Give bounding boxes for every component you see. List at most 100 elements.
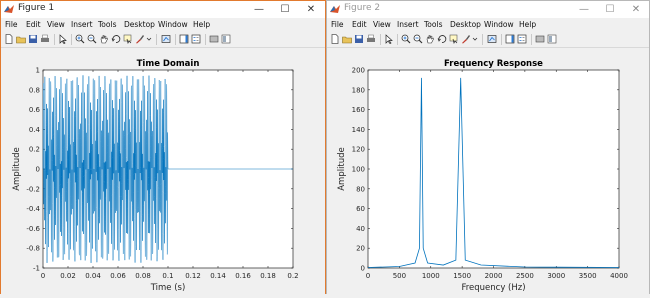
y-tick-label: 120 <box>352 146 365 154</box>
x-tick-label: 500 <box>393 272 406 280</box>
menu-edit[interactable]: Edit <box>352 20 367 29</box>
x-tick-label: 1000 <box>422 272 440 280</box>
y-tick-label: -0.2 <box>26 185 40 193</box>
rotate-3d-icon[interactable] <box>437 34 447 44</box>
maximize-button[interactable]: ☐ <box>597 1 623 18</box>
y-tick-label: 0.2 <box>29 146 40 154</box>
menu-insert[interactable]: Insert <box>71 20 93 29</box>
print-icon[interactable] <box>366 34 376 44</box>
legend-icon[interactable] <box>517 34 527 44</box>
title-bar[interactable]: Figure 2 — ☐ ✕ <box>327 1 649 18</box>
menu-file[interactable]: File <box>331 20 344 29</box>
colorbar-icon[interactable] <box>179 34 189 44</box>
y-tick-label: -0.8 <box>26 245 40 253</box>
figure-canvas: Time Domain Time (s) Amplitude 0 0.02 0.04 0.0… <box>1 48 325 294</box>
menu-window[interactable]: Window <box>484 20 514 29</box>
new-figure-icon[interactable] <box>330 34 340 44</box>
rotate-3d-icon[interactable] <box>111 34 121 44</box>
plot-title: Frequency Response <box>444 59 543 69</box>
minimize-button[interactable]: — <box>571 1 597 18</box>
x-tick-label: 0.08 <box>135 272 151 280</box>
pointer-icon[interactable] <box>58 34 68 44</box>
menu-desktop[interactable]: Desktop <box>124 20 155 29</box>
matlab-icon <box>330 5 340 13</box>
zoom-in-icon[interactable] <box>75 34 85 44</box>
pointer-icon[interactable] <box>384 34 394 44</box>
toolbar <box>1 32 325 48</box>
chevron-down-icon[interactable] <box>146 34 152 44</box>
x-tick-label: 0.18 <box>260 272 276 280</box>
frequency-response-plot[interactable]: Frequency Response Frequency (Hz) Amplitud… <box>327 48 649 294</box>
minimize-button[interactable]: — <box>246 1 272 18</box>
x-tick-label: 4000 <box>610 272 628 280</box>
data-cursor-icon[interactable] <box>449 34 459 44</box>
figure-canvas: Frequency Response Frequency (Hz) Amplitud… <box>327 48 649 294</box>
x-tick-label: 0.06 <box>110 272 126 280</box>
new-figure-icon[interactable] <box>4 34 14 44</box>
x-tick-label: 0.02 <box>60 272 76 280</box>
x-tick-label: 0.2 <box>287 272 298 280</box>
close-button[interactable]: ✕ <box>298 1 324 18</box>
chevron-down-icon[interactable] <box>472 34 478 44</box>
print-icon[interactable] <box>40 34 50 44</box>
y-tick-label: 0.8 <box>29 86 40 94</box>
zoom-in-icon[interactable] <box>401 34 411 44</box>
y-tick-label: 40 <box>356 225 365 233</box>
close-button[interactable]: ✕ <box>623 1 649 18</box>
y-tick-label: 0.4 <box>29 126 41 134</box>
y-tick-label: -0.6 <box>26 225 40 233</box>
menu-help[interactable]: Help <box>519 20 536 29</box>
menu-tools[interactable]: Tools <box>424 20 442 29</box>
pan-icon[interactable] <box>425 34 435 44</box>
open-file-icon[interactable] <box>16 34 26 44</box>
hide-plot-tools-icon[interactable] <box>535 34 545 44</box>
x-tick-label: 3000 <box>547 272 565 280</box>
y-tick-label: 0 <box>361 265 365 273</box>
menu-edit[interactable]: Edit <box>26 20 41 29</box>
save-icon[interactable] <box>354 34 364 44</box>
window-title: Figure 1 <box>18 3 55 13</box>
menu-window[interactable]: Window <box>158 20 188 29</box>
save-icon[interactable] <box>28 34 38 44</box>
window-title: Figure 2 <box>344 3 381 13</box>
show-plot-tools-icon[interactable] <box>221 34 231 44</box>
menu-bar: File Edit View Insert Tools Desktop Wind… <box>1 18 325 32</box>
y-tick-label: 100 <box>352 166 365 174</box>
open-file-icon[interactable] <box>342 34 352 44</box>
maximize-button[interactable]: ☐ <box>272 1 298 18</box>
x-tick-label: 1500 <box>453 272 471 280</box>
menu-bar: File Edit View Insert Tools Desktop Wind… <box>327 18 649 32</box>
link-plot-icon[interactable] <box>487 34 497 44</box>
hide-plot-tools-icon[interactable] <box>209 34 219 44</box>
data-cursor-icon[interactable] <box>123 34 133 44</box>
menu-help[interactable]: Help <box>193 20 210 29</box>
x-tick-label: 2500 <box>516 272 534 280</box>
zoom-out-icon[interactable] <box>413 34 423 44</box>
figure-2-window[interactable]: Figure 2 — ☐ ✕ File Edit View Insert Too… <box>326 0 650 294</box>
figure-1-window[interactable]: Figure 1 — ☐ ✕ File Edit View Insert Too… <box>0 0 326 294</box>
y-tick-label: 20 <box>356 245 365 253</box>
pan-icon[interactable] <box>99 34 109 44</box>
y-tick-label: -0.4 <box>26 205 40 213</box>
x-axis-label: Time (s) <box>150 283 186 293</box>
y-tick-label: 0.6 <box>29 106 41 114</box>
menu-tools[interactable]: Tools <box>98 20 116 29</box>
menu-insert[interactable]: Insert <box>397 20 419 29</box>
link-plot-icon[interactable] <box>161 34 171 44</box>
x-tick-label: 0 <box>366 272 370 280</box>
brush-icon[interactable] <box>461 34 471 44</box>
x-tick-label: 0.04 <box>85 272 101 280</box>
title-bar[interactable]: Figure 1 — ☐ ✕ <box>1 1 325 18</box>
x-tick-label: 0 <box>41 272 45 280</box>
x-tick-label: 0.1 <box>162 272 173 280</box>
brush-icon[interactable] <box>135 34 145 44</box>
show-plot-tools-icon[interactable] <box>547 34 557 44</box>
menu-view[interactable]: View <box>373 20 391 29</box>
menu-file[interactable]: File <box>5 20 18 29</box>
legend-icon[interactable] <box>191 34 201 44</box>
zoom-out-icon[interactable] <box>87 34 97 44</box>
menu-desktop[interactable]: Desktop <box>450 20 481 29</box>
colorbar-icon[interactable] <box>505 34 515 44</box>
menu-view[interactable]: View <box>47 20 65 29</box>
time-domain-plot[interactable]: Time Domain Time (s) Amplitude 0 0.02 0.04 0.0… <box>1 48 325 294</box>
